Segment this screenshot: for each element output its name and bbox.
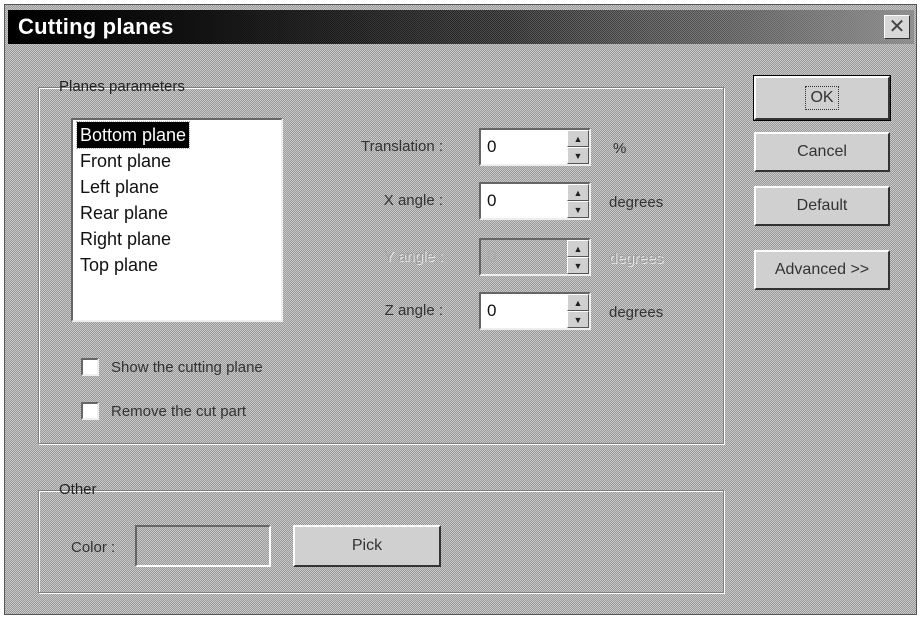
ok-button[interactable]: OK xyxy=(753,75,891,121)
close-icon: ✕ xyxy=(888,16,906,38)
translation-label: Translation : xyxy=(361,138,443,155)
spin-up-icon[interactable]: ▲ xyxy=(567,184,589,201)
list-item-left-plane[interactable]: Left plane xyxy=(77,174,277,200)
y-angle-value: 0 xyxy=(487,247,497,266)
advanced-button[interactable]: Advanced >> xyxy=(754,250,890,290)
default-button-label: Default xyxy=(796,197,848,214)
show-cutting-plane-label[interactable]: Show the cutting plane xyxy=(111,359,263,376)
color-label: Color : xyxy=(71,539,116,556)
list-item-rear-plane[interactable]: Rear plane xyxy=(77,200,277,226)
cancel-button[interactable]: Cancel xyxy=(754,132,890,172)
z-angle-unit: degrees xyxy=(609,304,664,321)
show-cutting-plane-option[interactable]: Show the cutting plane xyxy=(81,358,263,376)
x-angle-spinbox[interactable]: 0 ▲ ▼ xyxy=(479,182,591,220)
advanced-button-label: Advanced >> xyxy=(774,261,870,278)
translation-value[interactable]: 0 xyxy=(487,137,496,157)
translation-spinbox[interactable]: 0 ▲ ▼ xyxy=(479,128,591,166)
pick-button-label: Pick xyxy=(351,537,383,554)
list-item-top-plane[interactable]: Top plane xyxy=(77,252,277,278)
other-group-label: Other xyxy=(59,481,97,498)
z-angle-label: Z angle : xyxy=(384,302,443,319)
spin-down-icon[interactable]: ▼ xyxy=(567,311,589,328)
spin-up-icon[interactable]: ▲ xyxy=(567,130,589,147)
list-item-bottom-plane[interactable]: Bottom plane xyxy=(75,121,191,149)
z-angle-value[interactable]: 0 xyxy=(487,301,496,321)
cancel-button-label: Cancel xyxy=(797,143,847,160)
planes-parameters-label: Planes parameters xyxy=(59,78,185,95)
spin-down-icon: ▼ xyxy=(567,257,589,274)
x-angle-unit: degrees xyxy=(609,194,664,211)
list-item-front-plane[interactable]: Front plane xyxy=(77,148,277,174)
remove-cut-part-option[interactable]: Remove the cut part xyxy=(81,402,246,420)
ok-button-label: OK xyxy=(805,86,839,110)
x-angle-value[interactable]: 0 xyxy=(487,191,496,211)
spin-down-icon[interactable]: ▼ xyxy=(567,201,589,218)
show-cutting-plane-checkbox[interactable] xyxy=(81,358,99,376)
y-angle-spinbox: 0 ▲ ▼ xyxy=(479,238,591,276)
remove-cut-part-label[interactable]: Remove the cut part xyxy=(111,403,246,420)
z-angle-spinbox[interactable]: 0 ▲ ▼ xyxy=(479,292,591,330)
spin-up-icon[interactable]: ▲ xyxy=(567,294,589,311)
y-angle-unit: degrees xyxy=(609,250,664,267)
pick-button[interactable]: Pick xyxy=(293,525,441,567)
remove-cut-part-checkbox[interactable] xyxy=(81,402,99,420)
spin-down-icon[interactable]: ▼ xyxy=(567,147,589,164)
window-title: Cutting planes xyxy=(18,14,174,39)
list-item: Bottom plane xyxy=(75,121,277,149)
title-bar[interactable]: Cutting planes ✕ xyxy=(8,10,914,44)
y-angle-label: Y angle : xyxy=(384,248,443,265)
other-group: Other Color : Pick xyxy=(38,481,724,593)
color-swatch xyxy=(135,525,271,567)
translation-unit: % xyxy=(613,140,627,157)
default-button[interactable]: Default xyxy=(754,186,890,226)
planes-listbox[interactable]: Bottom plane Front plane Left plane Rear… xyxy=(71,118,283,322)
spin-up-icon: ▲ xyxy=(567,240,589,257)
list-item-right-plane[interactable]: Right plane xyxy=(77,226,277,252)
x-angle-label: X angle : xyxy=(383,192,443,209)
close-button[interactable]: ✕ xyxy=(884,15,910,39)
planes-parameters-group: Planes parameters Bottom plane Front pla… xyxy=(38,78,724,444)
